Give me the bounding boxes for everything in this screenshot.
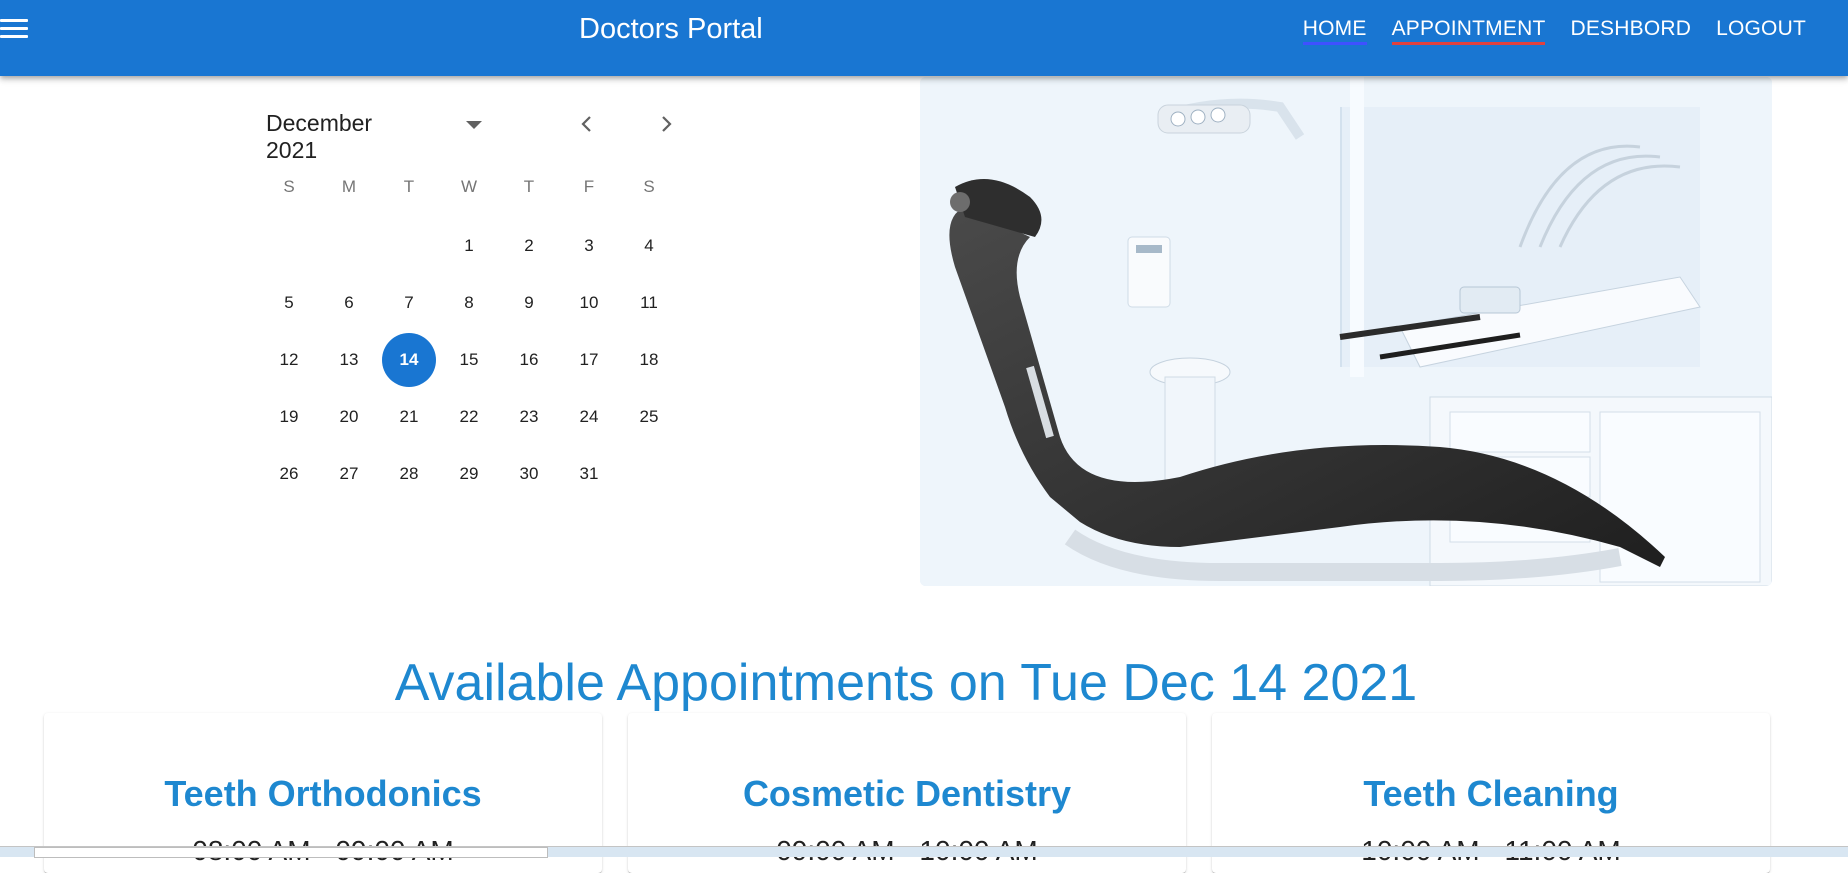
calendar-day[interactable]: 7 <box>382 276 436 330</box>
weekday-label: W <box>460 177 478 196</box>
service-title: Teeth Cleaning <box>1363 773 1619 814</box>
horizontal-scrollbar[interactable] <box>0 846 1848 858</box>
calendar-day[interactable]: 23 <box>502 390 556 444</box>
calendar-day[interactable]: 8 <box>442 276 496 330</box>
chevron-left-icon[interactable] <box>575 112 599 136</box>
weekday-label: S <box>643 177 655 196</box>
calendar-day[interactable]: 10 <box>562 276 616 330</box>
calendar-day[interactable]: 4 <box>622 219 676 273</box>
calendar-day[interactable]: 3 <box>562 219 616 273</box>
caret-down-icon[interactable] <box>466 121 482 129</box>
calendar-day[interactable]: 12 <box>262 333 316 387</box>
calendar-day[interactable]: 13 <box>322 333 376 387</box>
nav-logout-link[interactable]: LOGOUT <box>1716 17 1806 45</box>
weekday-label: T <box>523 177 535 196</box>
calendar-day[interactable]: 28 <box>382 447 436 501</box>
service-title: Cosmetic Dentistry <box>742 773 1072 814</box>
calendar-day[interactable]: 18 <box>622 333 676 387</box>
calendar-day[interactable]: 19 <box>262 390 316 444</box>
calendar-day[interactable]: 17 <box>562 333 616 387</box>
calendar-day[interactable]: 2 <box>502 219 556 273</box>
chevron-right-icon[interactable] <box>654 112 678 136</box>
calendar-day[interactable]: 20 <box>322 390 376 444</box>
calendar-day[interactable]: 22 <box>442 390 496 444</box>
weekday-label: S <box>283 177 295 196</box>
hamburger-menu-icon[interactable] <box>0 16 28 40</box>
available-appointments-heading: Available Appointments on Tue Dec 14 202… <box>394 654 1418 713</box>
calendar-day[interactable]: 31 <box>562 447 616 501</box>
calendar-day[interactable]: 25 <box>622 390 676 444</box>
scrollbar-thumb[interactable] <box>34 847 548 858</box>
calendar-month-label[interactable]: December 2021 <box>266 110 372 164</box>
nav-appointment-link[interactable]: APPOINTMENT <box>1391 17 1546 45</box>
weekday-label: M <box>341 177 357 196</box>
calendar-day[interactable]: 15 <box>442 333 496 387</box>
service-title: Teeth Orthodonics <box>164 773 482 814</box>
nav-dashboard-link[interactable]: DESHBORD <box>1570 17 1691 45</box>
dental-chair-clinic-photo <box>920 77 1772 586</box>
calendar-day[interactable]: 6 <box>322 276 376 330</box>
calendar-day[interactable]: 27 <box>322 447 376 501</box>
calendar-day-selected[interactable]: 14 <box>382 333 436 387</box>
weekday-label: F <box>583 177 595 196</box>
app-title: Doctors Portal <box>579 13 763 45</box>
nav-home-link[interactable]: HOME <box>1302 17 1367 45</box>
calendar-day[interactable]: 26 <box>262 447 316 501</box>
calendar-panel <box>44 76 896 586</box>
calendar-day[interactable]: 21 <box>382 390 436 444</box>
weekday-label: T <box>403 177 415 196</box>
calendar-day[interactable]: 5 <box>262 276 316 330</box>
calendar-day[interactable]: 24 <box>562 390 616 444</box>
calendar-day[interactable]: 9 <box>502 276 556 330</box>
top-nav: HOME APPOINTMENT DESHBORD LOGOUT <box>1302 17 1806 45</box>
app-bar: Doctors Portal HOME APPOINTMENT DESHBORD… <box>0 0 1848 76</box>
calendar-day[interactable]: 30 <box>502 447 556 501</box>
calendar-day[interactable]: 11 <box>622 276 676 330</box>
calendar-day[interactable]: 16 <box>502 333 556 387</box>
calendar-day[interactable]: 1 <box>442 219 496 273</box>
calendar-day[interactable]: 29 <box>442 447 496 501</box>
